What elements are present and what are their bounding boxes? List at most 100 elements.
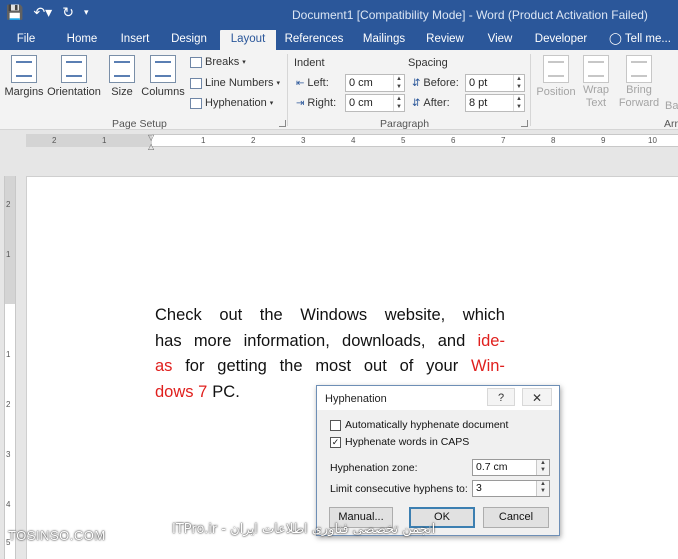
paragraph-group-label: Paragraph [380,118,430,130]
columns-icon [150,55,176,83]
watermark-latin: TOSINSO.COM [8,528,106,543]
ruler-number: 1 [6,350,11,359]
ruler-number: 2 [52,136,57,145]
ruler-number: 3 [301,136,306,145]
tab-view[interactable]: View [478,30,522,50]
spin-arrows-icon[interactable]: ▲ ▼ [513,95,524,111]
spacing-before-label: ⇵ Before: [412,77,459,89]
indent-left-icon: ⇤ [296,77,305,89]
close-button[interactable]: ✕ [522,388,552,406]
wrap-text-icon [583,55,609,83]
ruler-number: 1 [102,136,107,145]
send-backward-button-cut[interactable]: Ba [665,100,678,112]
help-button[interactable]: ? [487,388,515,406]
spin-arrows-icon[interactable]: ▲ ▼ [536,460,549,475]
ruler-number: 5 [401,136,406,145]
ruler-number: 9 [601,136,606,145]
auto-hyphenate-checkbox[interactable] [330,419,341,431]
hyphenation-zone-label: Hyphenation zone: [330,462,418,474]
ruler-number: 6 [451,136,456,145]
ribbon-tabs: File Home Insert Design Layout Reference… [0,30,678,50]
tell-me-search[interactable]: ◯ Tell me... [604,30,676,50]
ruler-left-margin [26,134,152,147]
spacing-before-input[interactable]: 0 pt ▲ ▼ [465,74,525,92]
title-bar: 💾 ↶▾ ↻ ▾ Document1 [Compatibility Mode] … [0,0,678,30]
hyphenation-dialog: Hyphenation ? ✕ Automatically hyphenate … [316,385,560,536]
margins-button[interactable]: Margins [4,55,44,98]
hyphenate-caps-option[interactable]: ✓ Hyphenate words in CAPS [330,436,469,448]
ruler-number: 8 [551,136,556,145]
indent-marker-icon[interactable]: ▽ [148,133,154,142]
ruler-top-margin [5,176,15,304]
dialog-title: Hyphenation [325,393,387,405]
wrap-text-button[interactable]: Wrap Text [578,55,614,110]
tab-references[interactable]: References [282,30,346,50]
undo-icon[interactable]: ↶▾ [33,4,52,21]
tab-design[interactable]: Design [166,30,212,50]
position-icon [543,55,569,83]
save-icon[interactable]: 💾 [6,4,23,21]
ruler-number: 4 [6,500,11,509]
columns-button[interactable]: Columns [140,55,186,98]
ruler-number: 2 [6,400,11,409]
indent-right-icon: ⇥ [296,97,305,109]
limit-hyphens-input[interactable]: 3 ▲ ▼ [472,480,550,497]
document-line-2: has more information, downloads, and ide… [155,329,505,355]
ruler-number: 10 [648,136,657,145]
page-setup-group-label: Page Setup [112,118,167,130]
paragraph-launcher-icon[interactable] [521,120,528,127]
ruler-number: 3 [6,450,11,459]
indent-right-label: ⇥ Right: [296,97,337,109]
document-line-1: Check out the Windows website, which [155,306,505,324]
watermark-persian: انجمن تخصصی فناوری اطلاعات ایران - ITPro… [172,522,436,537]
window-title: Document1 [Compatibility Mode] - Word (P… [292,8,648,22]
size-button[interactable]: Size [108,55,136,98]
tab-insert[interactable]: Insert [114,30,156,50]
hyphenate-caps-checkbox[interactable]: ✓ [330,436,341,448]
indent-left-label: ⇤ Left: [296,77,329,89]
lightbulb-icon: ◯ [609,33,622,45]
margins-icon [11,55,37,83]
ruler-number: 2 [251,136,256,145]
customize-qat-icon[interactable]: ▾ [84,7,89,18]
ruler-number: 7 [501,136,506,145]
spin-arrows-icon[interactable]: ▲ ▼ [513,75,524,91]
cancel-button[interactable]: Cancel [483,507,549,528]
bring-forward-button[interactable]: Bring Forward [616,55,662,110]
dropdown-arrow-icon: ▾ [242,59,246,66]
orientation-button[interactable]: Orientation [46,55,102,98]
indent-right-input[interactable]: 0 cm ▲ ▼ [345,94,405,112]
tab-developer[interactable]: Developer [530,30,592,50]
indent-left-input[interactable]: 0 cm ▲ ▼ [345,74,405,92]
indent-label: Indent [294,57,325,69]
line-numbers-button[interactable]: Line Numbers ▾ [190,77,280,89]
vertical-ruler[interactable]: 2 1 1 2 3 4 5 [4,176,16,559]
spacing-after-input[interactable]: 8 pt ▲ ▼ [465,94,525,112]
dialog-title-bar[interactable]: Hyphenation ? ✕ [317,386,559,410]
hanging-indent-marker-icon[interactable]: △ [148,142,154,151]
hyphenated-word: as [155,357,173,375]
document-line-3: as for getting the most out of your Win- [155,354,505,380]
position-button[interactable]: Position [534,55,578,98]
arrange-group-label: Arr [664,118,678,130]
group-divider [530,54,531,126]
spin-arrows-icon[interactable]: ▲ ▼ [536,481,549,496]
orientation-icon [61,55,87,83]
ruler-number: 2 [6,200,11,209]
hyphenation-zone-input[interactable]: 0.7 cm ▲ ▼ [472,459,550,476]
hyphenated-word: Win- [471,357,505,375]
tab-review[interactable]: Review [420,30,470,50]
spin-arrows-icon[interactable]: ▲ ▼ [393,75,404,91]
hyphenation-button[interactable]: Hyphenation ▾ [190,97,273,109]
horizontal-ruler[interactable]: 2 1 1 2 3 4 5 6 7 8 9 10 ▽ △ [0,131,678,151]
page-setup-launcher-icon[interactable] [279,120,286,127]
breaks-button[interactable]: Breaks ▾ [190,56,246,68]
tab-file[interactable]: File [8,30,44,50]
spin-arrows-icon[interactable]: ▲ ▼ [393,95,404,111]
auto-hyphenate-option[interactable]: Automatically hyphenate document [330,419,508,431]
tab-mailings[interactable]: Mailings [356,30,412,50]
redo-icon[interactable]: ↻ [62,4,74,21]
spacing-before-icon: ⇵ [412,77,421,89]
tab-home[interactable]: Home [60,30,104,50]
tab-layout[interactable]: Layout [220,30,276,50]
